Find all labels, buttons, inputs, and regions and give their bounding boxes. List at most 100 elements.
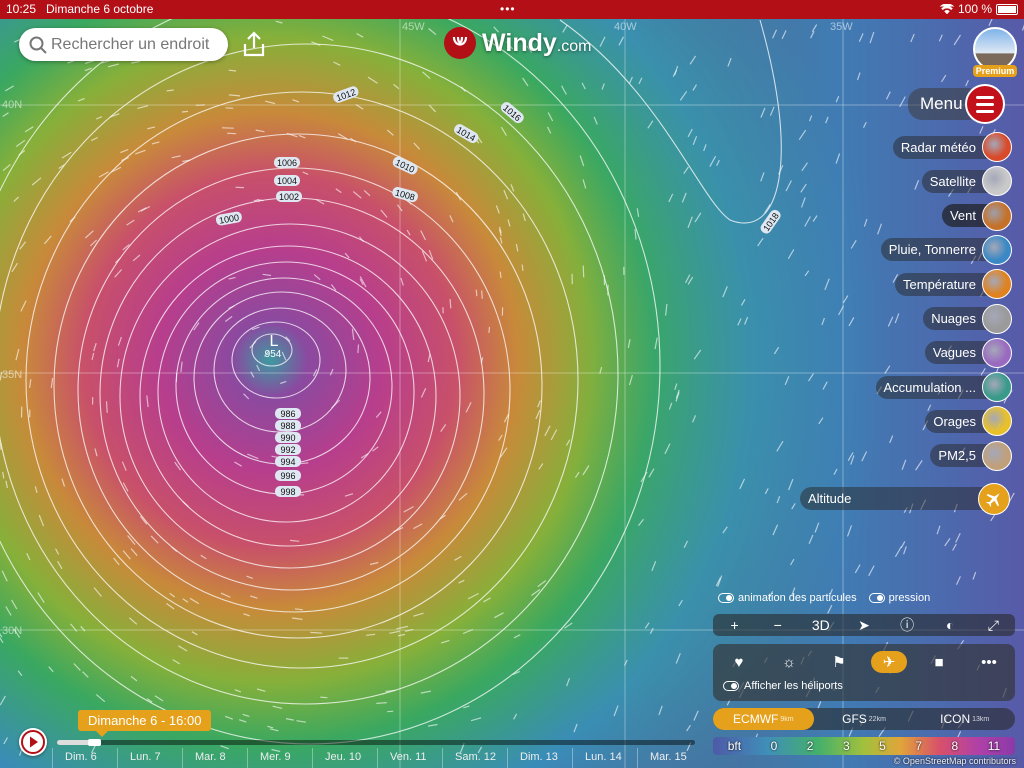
map-controls: + − 3D ➤ ⓘ ◐ ⤢	[713, 614, 1015, 636]
isobar-value: 996	[280, 471, 295, 481]
altitude-label[interactable]: Altitude	[800, 487, 996, 510]
search-input[interactable]: Rechercher un endroit	[51, 36, 209, 54]
toggle-switch[interactable]	[718, 593, 734, 603]
timeline-day[interactable]: Mar. 8	[182, 748, 247, 768]
radar-icon[interactable]	[982, 132, 1012, 162]
clouds-icon[interactable]	[982, 303, 1012, 334]
premium-avatar[interactable]: Premium	[973, 27, 1017, 77]
hurricane-icon[interactable]: ◐	[935, 617, 965, 633]
layer-item[interactable]: Vent	[941, 200, 1012, 231]
isobar-value: 994	[280, 457, 295, 467]
poi-row: ♥ ☼ ⚑ ✈ ■ •••	[721, 650, 1007, 674]
menu-label[interactable]: Menu	[908, 88, 971, 120]
toggle-switch[interactable]	[868, 593, 885, 603]
status-right: 100 %	[939, 0, 1018, 19]
3d-button[interactable]: 3D	[806, 617, 836, 633]
isobar-value: 1006	[277, 158, 297, 168]
wind-particle	[225, 107, 234, 109]
timeline-day[interactable]: Ven. 11	[377, 748, 442, 768]
particles-toggle-label: animation des particules	[738, 592, 857, 604]
model-ecmwf[interactable]: ECMWF 9km	[713, 708, 814, 730]
wind-legend[interactable]: bft 0 2 3 5 7 8 11	[713, 737, 1015, 755]
isobar-label: 986	[275, 408, 301, 419]
wind-icon[interactable]	[982, 200, 1012, 231]
status-date: Dimanche 6 octobre	[46, 2, 154, 16]
play-button[interactable]	[19, 728, 47, 756]
layer-item[interactable]: Nuages	[923, 303, 1012, 334]
flag-icon[interactable]: ⚑	[821, 651, 857, 673]
toggle-switch[interactable]	[723, 681, 739, 691]
layer-item[interactable]: Orages	[925, 406, 1012, 437]
timeline-day[interactable]: Sam. 12	[442, 748, 507, 768]
timeline-track[interactable]	[57, 739, 695, 746]
wind-particle	[253, 199, 261, 202]
pm25-icon[interactable]	[982, 440, 1012, 471]
timeline-day[interactable]: Mer. 9	[247, 748, 312, 768]
waves-icon[interactable]	[982, 337, 1012, 368]
favorites-icon[interactable]: ♥	[721, 651, 757, 673]
rain-icon[interactable]	[982, 234, 1012, 265]
wind-particle	[0, 442, 2, 450]
wind-particle	[310, 631, 323, 634]
pressure-toggle-label: pression	[888, 592, 931, 604]
layer-item[interactable]: Vagues	[924, 337, 1012, 368]
timeline-handle[interactable]	[88, 739, 101, 746]
satellite-icon[interactable]	[982, 166, 1012, 197]
battery-percent: 100 %	[957, 2, 992, 16]
brand-text: Windy	[482, 28, 557, 57]
thunderstorm-icon[interactable]	[982, 406, 1012, 437]
multitask-dots[interactable]: •••	[500, 0, 516, 19]
hamburger-icon[interactable]	[964, 84, 1005, 124]
legend-value: 2	[806, 739, 814, 753]
airplane-icon[interactable]	[978, 483, 1010, 515]
airports-icon[interactable]: ✈	[871, 651, 907, 673]
model-icon[interactable]: ICON 13km	[914, 708, 1015, 730]
layer-item[interactable]: Radar météo	[892, 132, 1012, 162]
map-toggles: animation des particules pression	[718, 592, 930, 604]
layer-item[interactable]: Accumulation ...	[875, 372, 1012, 403]
altitude-control[interactable]: Altitude	[800, 483, 1010, 515]
legend-unit: bft	[727, 739, 742, 753]
timeline-day[interactable]: Mar. 15	[637, 748, 702, 768]
isobar-label: 990	[275, 432, 301, 443]
legend-value: 11	[987, 739, 1001, 753]
pressure-toggle[interactable]: pression	[868, 592, 931, 604]
wind-particle	[228, 69, 237, 72]
temperature-icon[interactable]	[982, 269, 1012, 300]
timeline-day[interactable]: Jeu. 10	[312, 748, 377, 768]
locate-icon[interactable]: ➤	[849, 617, 879, 634]
search-bar[interactable]: Rechercher un endroit	[19, 28, 228, 61]
wind-particle	[521, 264, 524, 271]
weather-stations-icon[interactable]: ☼	[771, 651, 807, 673]
share-icon[interactable]	[240, 30, 268, 58]
timeline-day[interactable]: Dim. 6	[52, 748, 117, 768]
isobar-label: 1004	[274, 175, 300, 186]
zoom-out-button[interactable]: −	[763, 617, 793, 633]
wind-particle	[320, 696, 328, 699]
timeline-day[interactable]: Lun. 14	[572, 748, 637, 768]
model-name: ICON	[940, 712, 971, 726]
menu-button[interactable]: Menu	[908, 84, 1005, 124]
windy-logo: Windy.com	[444, 27, 591, 59]
layer-item[interactable]: Pluie, Tonnerre	[880, 234, 1012, 265]
more-icon[interactable]: •••	[971, 651, 1007, 673]
layer-item[interactable]: Température	[895, 269, 1012, 300]
timeline-day[interactable]: Lun. 7	[117, 748, 182, 768]
search-icon	[25, 32, 51, 58]
particles-toggle[interactable]: animation des particules	[718, 592, 857, 604]
map-attribution[interactable]: © OpenStreetMap contributors	[894, 756, 1016, 766]
timeline-day[interactable]: Dim. 13	[507, 748, 572, 768]
model-gfs[interactable]: GFS 22km	[814, 708, 915, 730]
wind-particle	[105, 401, 108, 413]
webcam-icon[interactable]: ■	[921, 651, 957, 673]
layer-item[interactable]: Satellite	[921, 166, 1012, 197]
wind-particle	[227, 132, 237, 135]
heliports-toggle[interactable]: Afficher les héliports	[723, 680, 843, 692]
zoom-in-button[interactable]: +	[720, 617, 750, 633]
info-icon[interactable]: ⓘ	[892, 615, 922, 635]
layer-item[interactable]: PM2,5	[930, 440, 1012, 471]
lon-label-35w: 35W	[830, 21, 853, 33]
isobar-label: 1006	[274, 157, 300, 168]
fullscreen-icon[interactable]: ⤢	[978, 617, 1008, 634]
accumulation-icon[interactable]	[982, 372, 1012, 403]
